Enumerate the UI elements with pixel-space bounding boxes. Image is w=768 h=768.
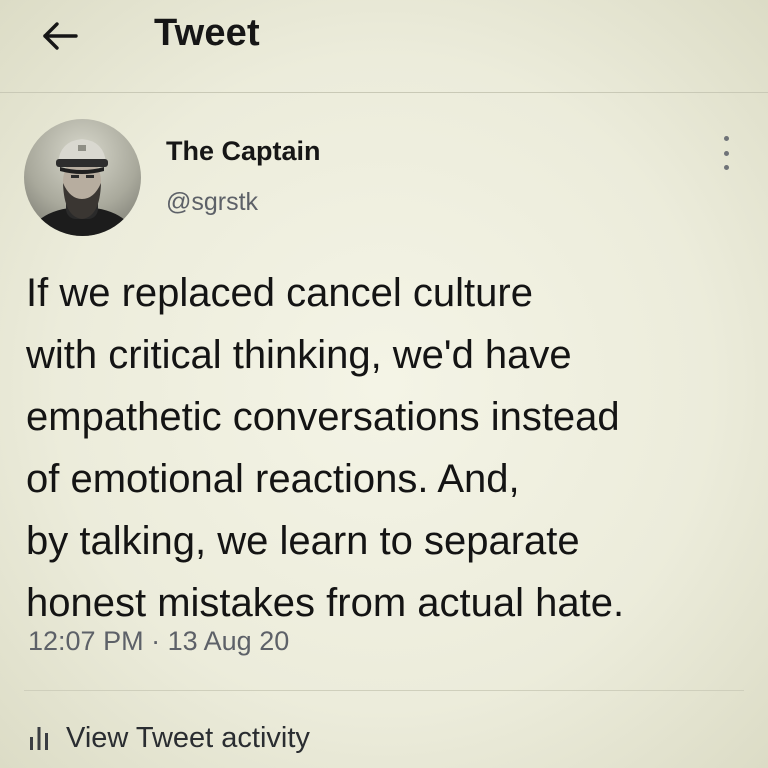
tweet-text-line: honest mistakes from actual hate.: [26, 581, 625, 625]
more-vertical-icon: [723, 136, 729, 141]
tweet-text-line: of emotional reactions. And,: [26, 457, 520, 501]
timestamp-separator: ·: [151, 626, 161, 656]
avatar[interactable]: [24, 119, 141, 236]
view-tweet-activity-label: View Tweet activity: [66, 721, 310, 754]
tweet-text-line: empathetic conversations instead: [26, 395, 620, 439]
bar-chart-icon: [30, 727, 48, 750]
arrow-left-icon: [43, 22, 78, 50]
tweet-text-line: by talking, we learn to separate: [26, 519, 580, 563]
tweet-timestamp: 12:07 PM · 13 Aug 20: [28, 626, 289, 657]
top-bar: Tweet: [0, 0, 768, 93]
view-tweet-activity-button[interactable]: View Tweet activity: [28, 718, 310, 758]
divider: [24, 690, 744, 691]
more-vertical-icon: [723, 150, 729, 156]
tweet-time[interactable]: 12:07 PM: [28, 626, 144, 656]
tweet-text-line: with critical thinking, we'd have: [26, 333, 572, 377]
tweet-date[interactable]: 13 Aug 20: [168, 626, 290, 656]
author-handle[interactable]: @sgrstk: [166, 188, 258, 217]
tweet-text: If we replaced cancel culture with criti…: [26, 262, 751, 634]
page-title: Tweet: [154, 12, 260, 54]
profile-photo: [30, 139, 134, 236]
tweet-text-line: If we replaced cancel culture: [26, 271, 533, 315]
more-vertical-icon: [723, 165, 729, 170]
more-options-button[interactable]: [712, 136, 740, 170]
back-button[interactable]: [38, 16, 82, 56]
author-display-name[interactable]: The Captain: [166, 136, 321, 167]
